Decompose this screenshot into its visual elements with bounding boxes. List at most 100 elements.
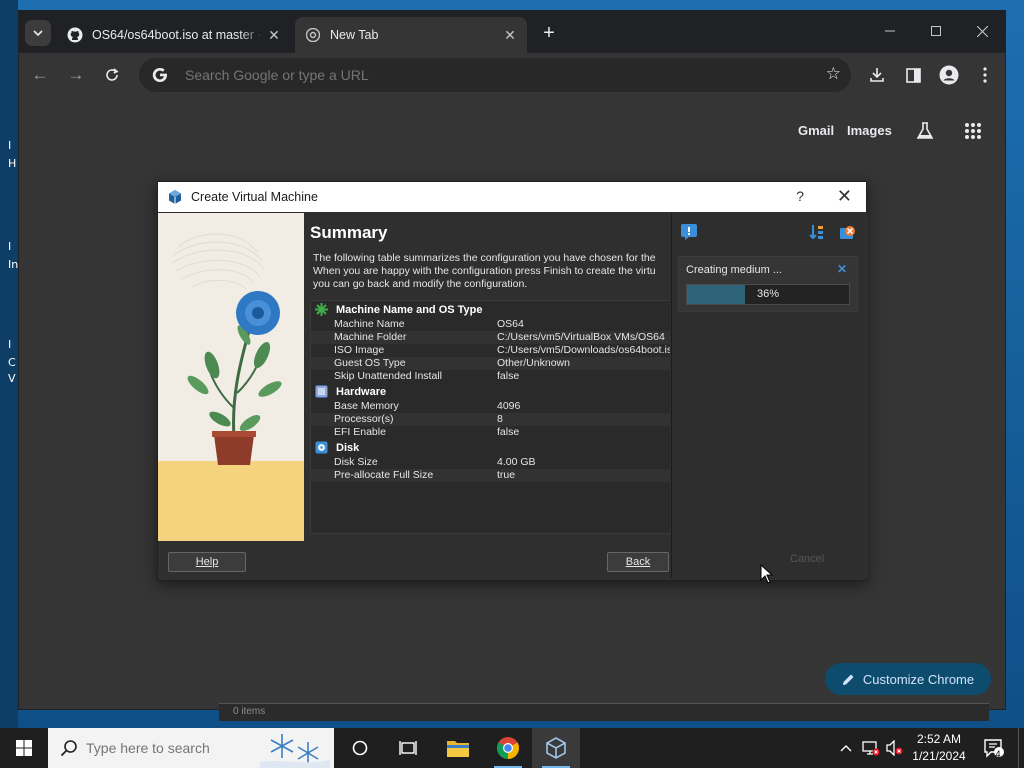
images-link[interactable]: Images (847, 123, 892, 138)
gmail-link[interactable]: Gmail (798, 123, 834, 138)
minimize-button[interactable] (867, 11, 913, 51)
summary-table[interactable]: Machine Name and OS Type Machine Name OS6… (310, 300, 670, 534)
desktop-icon-label[interactable]: In (8, 258, 18, 271)
taskbar-search[interactable] (48, 728, 334, 768)
menu-button[interactable] (973, 63, 997, 87)
browser-toolbar: ← → ☆ (19, 53, 1005, 97)
notification-pin-icon[interactable] (680, 223, 698, 241)
row-key: Disk Size (334, 456, 378, 468)
row-value: false (497, 426, 520, 438)
clear-notifications-icon[interactable] (838, 223, 856, 241)
forward-button[interactable]: → (63, 62, 89, 88)
row-key: Machine Folder (334, 331, 407, 343)
tab-search-button[interactable] (25, 20, 51, 46)
close-window-button[interactable] (959, 11, 1005, 51)
labs-button[interactable] (913, 119, 937, 143)
bookmark-star-icon[interactable]: ☆ (826, 64, 841, 84)
section-machine-name: Machine Name and OS Type (311, 301, 670, 318)
row-value: OS64 (497, 318, 524, 330)
summary-row: Disk Size 4.00 GB (311, 456, 670, 469)
search-icon (60, 739, 78, 757)
show-desktop-button[interactable] (1018, 728, 1024, 768)
chrome-taskbar-button[interactable] (484, 728, 532, 768)
start-button[interactable] (0, 728, 48, 768)
close-icon[interactable]: ✕ (501, 26, 519, 44)
progress-label: 36% (757, 288, 780, 300)
chrome-icon (305, 27, 321, 43)
reload-button[interactable] (99, 62, 125, 88)
tab-github[interactable]: OS64/os64boot.iso at master · ✕ (57, 17, 291, 53)
row-key: ISO Image (334, 344, 385, 356)
side-panel-button[interactable] (901, 63, 925, 87)
arrow-right-icon: → (67, 65, 85, 84)
clock-date: 1/21/2024 (912, 749, 966, 763)
google-icon (149, 64, 171, 86)
progress-fill (687, 285, 746, 304)
reload-icon (106, 68, 119, 81)
volume-button[interactable] (884, 728, 906, 768)
summary-row: Pre-allocate Full Size true (311, 469, 670, 482)
row-value: C:/Users/vm5/Downloads/os64boot.iso (497, 344, 670, 356)
action-center-button[interactable]: 4 (980, 728, 1008, 768)
section-title: Disk (336, 441, 360, 454)
new-tab-button[interactable]: + (537, 21, 561, 45)
notification-title: Creating medium ... (686, 264, 782, 276)
back-button[interactable]: Back (607, 552, 669, 572)
windows-icon (16, 740, 32, 756)
cortana-icon (352, 740, 368, 756)
virtualbox-icon (169, 190, 181, 204)
cancel-button[interactable]: Cancel (790, 553, 824, 565)
help-icon[interactable]: ? (796, 188, 804, 204)
dialog-title-bar[interactable]: Create Virtual Machine ? ✕ (158, 182, 866, 212)
row-key: Skip Unattended Install (334, 370, 442, 382)
sort-icon[interactable] (808, 223, 826, 241)
cortana-button[interactable] (336, 728, 384, 768)
desktop-icon-label[interactable]: C (8, 356, 16, 369)
row-value: Other/Unknown (497, 357, 570, 369)
row-value: 8 (497, 413, 503, 425)
desktop-icon-label[interactable]: I (8, 240, 11, 253)
volume-muted-icon (886, 740, 903, 756)
help-button[interactable]: Help (168, 552, 246, 572)
tab-strip: OS64/os64boot.iso at master · ✕ New Tab … (19, 11, 1005, 53)
profile-button[interactable] (937, 63, 961, 87)
section-title: Machine Name and OS Type (336, 303, 483, 316)
taskbar: 2:52 AM 1/21/2024 4 (0, 728, 1024, 768)
close-icon[interactable]: ✕ (837, 186, 852, 207)
kebab-menu-icon (983, 67, 987, 83)
omnibox[interactable]: ☆ (139, 58, 851, 92)
apps-button[interactable] (961, 119, 985, 143)
network-button[interactable] (860, 728, 882, 768)
tab-new-tab[interactable]: New Tab ✕ (295, 17, 527, 53)
search-input[interactable] (86, 740, 256, 756)
section-title: Hardware (336, 385, 387, 398)
downloads-button[interactable] (865, 63, 889, 87)
back-button[interactable]: ← (27, 62, 53, 88)
customize-chrome-button[interactable]: Customize Chrome (825, 663, 991, 695)
close-icon[interactable]: ✕ (265, 26, 283, 44)
desktop-icon-label[interactable]: I (8, 338, 11, 351)
customize-chrome-label: Customize Chrome (862, 671, 975, 687)
omnibox-input[interactable] (185, 67, 785, 83)
wizard-illustration (158, 213, 304, 541)
virtualbox-taskbar-button[interactable] (532, 728, 580, 768)
disk-icon (315, 441, 328, 454)
flask-icon (916, 122, 934, 139)
snowflake-highlight-icon (260, 734, 330, 768)
close-icon[interactable]: ✕ (837, 262, 847, 276)
task-view-button[interactable] (384, 728, 432, 768)
maximize-button[interactable] (913, 11, 959, 51)
row-value: 4096 (497, 400, 521, 412)
notification-item: Creating medium ... ✕ 36% (678, 256, 858, 312)
summary-row: Processor(s) 8 (311, 413, 670, 426)
summary-page: Summary The following table summarizes t… (304, 213, 670, 535)
tab-title: New Tab (330, 28, 379, 42)
tab-title: OS64/os64boot.iso at master · (92, 28, 262, 42)
desktop-icon-label[interactable]: V (8, 372, 16, 385)
taskbar-clock[interactable]: 2:52 AM 1/21/2024 (904, 731, 974, 765)
intro-line: When you are happy with the configuratio… (313, 265, 656, 277)
desktop-icon-label[interactable]: H (8, 157, 16, 170)
file-explorer-button[interactable] (434, 728, 482, 768)
show-hidden-icons-button[interactable] (836, 728, 856, 768)
desktop-icon-label[interactable]: I (8, 139, 11, 152)
